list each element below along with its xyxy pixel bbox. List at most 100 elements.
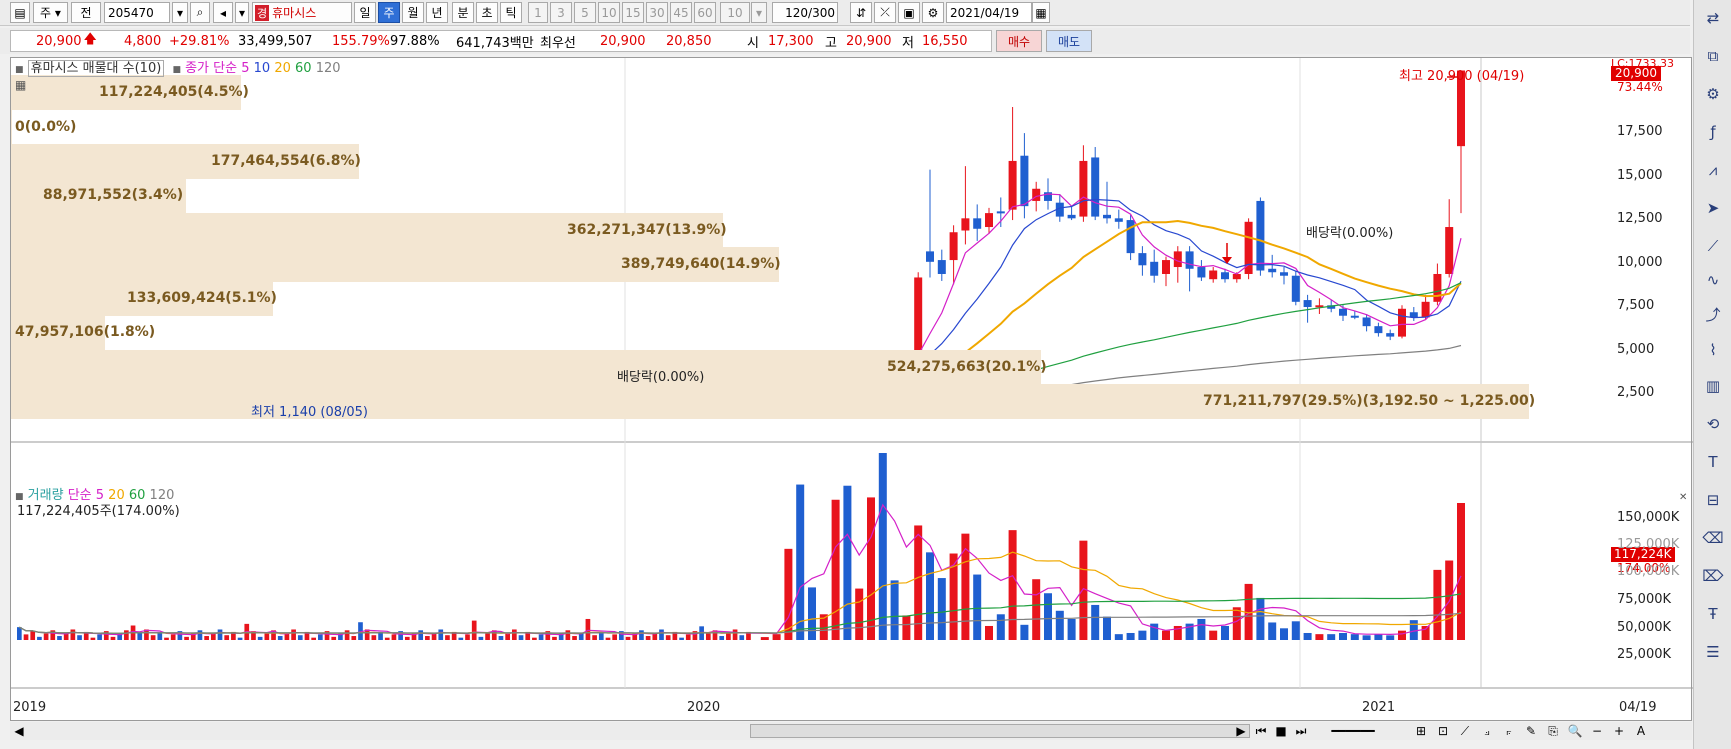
y-tick: 17,500 xyxy=(1617,124,1663,139)
line-icon[interactable]: ⟋ xyxy=(1456,722,1474,740)
period-day[interactable]: 일 xyxy=(354,2,376,23)
eraser-icon[interactable]: ⌫ xyxy=(1699,524,1727,552)
candle xyxy=(1374,326,1383,334)
zoom-slider[interactable]: ━━━━━━ xyxy=(1316,722,1390,740)
custom-minute-dropdown-icon[interactable]: ▾ xyxy=(751,2,767,23)
table-icon[interactable]: ▦ xyxy=(15,78,26,93)
best-quote-label: 최우선 xyxy=(540,35,576,51)
y-tick: 50,000K xyxy=(1617,620,1672,635)
minute-5[interactable]: 5 xyxy=(574,2,596,23)
period-select[interactable]: 주 ▾ xyxy=(33,2,68,23)
legend-volume-profile[interactable]: 휴마시스 매물대 수(10) xyxy=(27,60,165,77)
legend-square-icon: ■ xyxy=(15,492,24,502)
period-minute[interactable]: 분 xyxy=(452,2,474,23)
low-price: 16,550 xyxy=(922,33,968,49)
calendar-icon[interactable]: ▦ xyxy=(1032,2,1050,23)
auto-trend-icon[interactable]: ⤴ xyxy=(1699,300,1727,328)
gear-icon[interactable]: ⚙ xyxy=(922,2,944,23)
chart-type-icon[interactable]: ⇵ xyxy=(850,2,872,23)
compare-icon[interactable]: ⧉ xyxy=(1699,42,1727,70)
scroll-left-icon[interactable]: ◀ xyxy=(12,722,26,740)
date-input[interactable]: 2021/04/19 xyxy=(946,2,1032,23)
minute-45[interactable]: 45 xyxy=(670,2,692,23)
sell-button[interactable]: 매도 xyxy=(1046,30,1092,52)
refresh-icon[interactable]: ⇄ xyxy=(1699,4,1727,32)
trendline-icon[interactable]: ⟋ xyxy=(1699,232,1727,260)
volume-profile-label: 47,957,106(1.8%) xyxy=(15,324,156,340)
candle xyxy=(985,213,993,228)
volume-bar xyxy=(1398,630,1406,640)
period-week[interactable]: 주 xyxy=(378,2,400,23)
draw-icon[interactable]: ✎ xyxy=(1522,722,1540,740)
chart-area[interactable]: ■ 휴마시스 매물대 수(10) ■ 종가 단순 5 10 20 60 120 … xyxy=(10,57,1693,721)
prev-button[interactable]: 전 xyxy=(71,2,101,23)
period-year[interactable]: 년 xyxy=(426,2,448,23)
period-month[interactable]: 월 xyxy=(402,2,424,23)
candle xyxy=(1268,268,1277,273)
legend-volume-title[interactable]: 거래량 xyxy=(28,488,64,503)
trend-icon[interactable]: ⟓ xyxy=(1478,722,1496,740)
minute-3[interactable]: 3 xyxy=(550,2,572,23)
volume-bar xyxy=(511,629,517,640)
crosshair-icon[interactable]: ⤫ xyxy=(874,2,896,23)
font-icon[interactable]: A xyxy=(1632,722,1650,740)
text-box-icon[interactable]: Ŧ xyxy=(1699,600,1727,628)
volume-bar xyxy=(705,633,711,640)
period-second[interactable]: 초 xyxy=(476,2,498,23)
volume-bar xyxy=(985,625,993,640)
candle xyxy=(1421,301,1430,318)
legend-volume-ma-title[interactable]: 단순 xyxy=(68,488,92,503)
current-price: 20,900 🡅 xyxy=(36,30,97,52)
volume-bar xyxy=(1114,634,1123,640)
period-tick[interactable]: 틱 xyxy=(500,2,522,23)
text-tool-icon[interactable]: T xyxy=(1699,448,1727,476)
speaker-icon[interactable]: ◂ xyxy=(213,2,233,23)
erase-all-icon[interactable]: ⌦ xyxy=(1699,562,1727,590)
fib-icon[interactable]: ⟔ xyxy=(1500,722,1518,740)
buy-button[interactable]: 매수 xyxy=(996,30,1042,52)
stock-code-input[interactable]: 205470 xyxy=(104,2,170,23)
volume-bar xyxy=(878,453,887,640)
cursor-icon[interactable]: ➤ xyxy=(1699,194,1727,222)
stop-icon[interactable]: ■ xyxy=(1272,722,1290,740)
split-icon[interactable]: ⊟ xyxy=(1699,486,1727,514)
candle xyxy=(996,211,1005,214)
scroll-thumb[interactable] xyxy=(750,724,1250,738)
bar-count-field[interactable]: 120/300 xyxy=(772,2,838,23)
grid-icon[interactable]: ⊡ xyxy=(1434,722,1452,740)
minute-15[interactable]: 15 xyxy=(622,2,644,23)
save-icon[interactable]: ▣ xyxy=(898,2,920,23)
close-panel-icon[interactable]: ✕ xyxy=(1679,490,1687,505)
volume-bar xyxy=(867,497,875,640)
copy-icon[interactable]: ⎘ xyxy=(1544,722,1562,740)
formula-icon[interactable]: ƒ xyxy=(1699,118,1727,146)
code-dropdown-icon[interactable]: ▾ xyxy=(172,2,188,23)
magnifier-icon[interactable]: 🔍 xyxy=(1566,722,1584,740)
candle-icon[interactable]: ▥ xyxy=(1699,372,1727,400)
custom-minute-input[interactable]: 10 xyxy=(720,2,750,23)
candle xyxy=(1032,188,1041,201)
speaker-dropdown-icon[interactable]: ▾ xyxy=(235,2,249,23)
legend-ma-title[interactable]: 종가 단순 xyxy=(185,61,237,76)
rewind-icon[interactable]: ⏮ xyxy=(1252,722,1270,740)
zoom-out-icon[interactable]: − xyxy=(1588,722,1606,740)
loop-icon[interactable]: ⟲ xyxy=(1699,410,1727,438)
minute-1[interactable]: 1 xyxy=(528,2,548,23)
list-icon[interactable]: ☰ xyxy=(1699,638,1727,666)
settings-icon[interactable]: ⚙ xyxy=(1699,80,1727,108)
indicator-icon[interactable]: ⩘ xyxy=(1699,156,1727,184)
bar-count-input[interactable]: 120 xyxy=(785,6,808,20)
forward-icon[interactable]: ⏭ xyxy=(1292,722,1310,740)
minute-10[interactable]: 10 xyxy=(598,2,620,23)
play-icon[interactable]: ▶ xyxy=(1232,722,1250,740)
channel-icon[interactable]: ∿ xyxy=(1699,266,1727,294)
minute-60[interactable]: 60 xyxy=(694,2,716,23)
search-icon[interactable]: ⌕ xyxy=(190,2,210,23)
wave-icon[interactable]: ⌇ xyxy=(1699,336,1727,364)
screen-menu-icon[interactable]: ▤ xyxy=(10,2,30,23)
layout-icon[interactable]: ⊞ xyxy=(1412,722,1430,740)
stock-name-field[interactable]: 경 휴마시스 xyxy=(252,2,352,23)
minute-30[interactable]: 30 xyxy=(646,2,668,23)
zoom-in-icon[interactable]: + xyxy=(1610,722,1628,740)
volume-bar xyxy=(1067,618,1076,640)
